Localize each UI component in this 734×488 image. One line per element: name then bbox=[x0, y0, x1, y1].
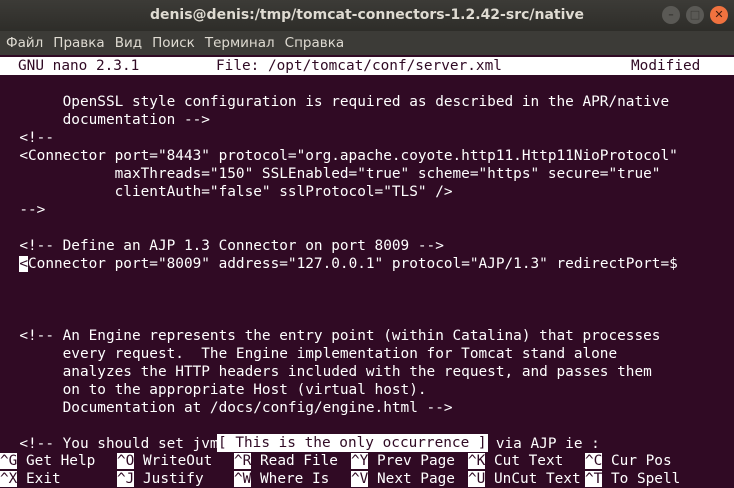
maximize-icon[interactable]: □ bbox=[686, 6, 704, 24]
menu-terminal[interactable]: Терминал bbox=[205, 31, 281, 55]
nano-modified-flag: Modified bbox=[631, 58, 701, 74]
shortcut-label: Cur Pos bbox=[602, 453, 672, 469]
editor-line[interactable]: Documentation at /docs/config/engine.htm… bbox=[2, 399, 453, 417]
shortcut-item[interactable]: ^T To Spell bbox=[585, 470, 680, 488]
shortcut-label: Where Is bbox=[251, 471, 330, 487]
editor-line[interactable]: documentation --> bbox=[2, 111, 210, 129]
close-icon[interactable]: ✕ bbox=[710, 6, 728, 24]
editor-line[interactable]: clientAuth="false" sslProtocol="TLS" /> bbox=[2, 183, 453, 201]
shortcut-key: ^C bbox=[585, 453, 603, 469]
shortcut-key: ^T bbox=[585, 471, 603, 487]
shortcut-item[interactable]: ^W Where Is bbox=[234, 470, 329, 488]
minimize-icon[interactable]: – bbox=[662, 6, 680, 24]
shortcut-key: ^W bbox=[234, 471, 252, 487]
editor-line[interactable]: on to the appropriate Host (virtual host… bbox=[2, 381, 427, 399]
shortcut-item[interactable]: ^G Get Help bbox=[0, 452, 95, 470]
nano-header-bar: GNU nano 2.3.1 File: /opt/tomcat/conf/se… bbox=[0, 57, 734, 75]
shortcut-key: ^G bbox=[0, 453, 18, 469]
editor-line-cursor[interactable]: <Connector port="8009" address="127.0.0.… bbox=[2, 255, 678, 273]
shortcut-label: Prev Page bbox=[368, 453, 455, 469]
shortcut-key: ^R bbox=[234, 453, 252, 469]
menu-bar: Файл Правка Вид Поиск Терминал Справка bbox=[0, 31, 734, 55]
shortcut-item[interactable]: ^Y Prev Page bbox=[351, 452, 455, 470]
shortcut-key: ^J bbox=[117, 471, 135, 487]
cursor-line-text: Connector port="8009" address="127.0.0.1… bbox=[28, 256, 678, 272]
editor-line[interactable]: every request. The Engine implementation… bbox=[2, 345, 618, 363]
shortcut-item[interactable]: ^R Read File bbox=[234, 452, 338, 470]
shortcut-label: Get Help bbox=[17, 453, 96, 469]
cursor-line-indent bbox=[2, 256, 19, 272]
shortcut-item[interactable]: ^V Next Page bbox=[351, 470, 455, 488]
nano-version: GNU nano 2.3.1 bbox=[18, 58, 140, 74]
window-title: denis@denis:/tmp/tomcat-connectors-1.2.4… bbox=[149, 7, 585, 23]
shortcut-label: Read File bbox=[251, 453, 338, 469]
editor-line[interactable]: --> bbox=[2, 201, 45, 219]
menu-search[interactable]: Поиск bbox=[152, 31, 201, 55]
shortcut-key: ^K bbox=[468, 453, 486, 469]
nano-file-path: File: /opt/tomcat/conf/server.xml bbox=[216, 58, 502, 74]
window-titlebar[interactable]: denis@denis:/tmp/tomcat-connectors-1.2.4… bbox=[0, 0, 734, 31]
shortcut-label: Next Page bbox=[368, 471, 455, 487]
shortcut-label: Justify bbox=[134, 471, 204, 487]
shortcut-key: ^O bbox=[117, 453, 135, 469]
shortcut-item[interactable]: ^K Cut Text bbox=[468, 452, 563, 470]
shortcut-item[interactable]: ^U UnCut Text bbox=[468, 470, 581, 488]
editor-line[interactable]: maxThreads="150" SSLEnabled="true" schem… bbox=[2, 165, 661, 183]
menu-view[interactable]: Вид bbox=[115, 31, 148, 55]
shortcut-label: Exit bbox=[17, 471, 61, 487]
shortcut-label: UnCut Text bbox=[485, 471, 581, 487]
shortcut-label: WriteOut bbox=[134, 453, 213, 469]
shortcut-label: To Spell bbox=[602, 471, 681, 487]
text-cursor: < bbox=[19, 256, 28, 272]
window-controls: – □ ✕ bbox=[662, 6, 728, 24]
editor-line[interactable]: OpenSSL style configuration is required … bbox=[2, 93, 669, 111]
shortcut-item[interactable]: ^C Cur Pos bbox=[585, 452, 672, 470]
shortcut-item[interactable]: ^O WriteOut bbox=[117, 452, 212, 470]
shortcut-key: ^V bbox=[351, 471, 369, 487]
terminal-area[interactable]: GNU nano 2.3.1 File: /opt/tomcat/conf/se… bbox=[0, 55, 734, 488]
status-message: [ This is the only occurrence ] bbox=[217, 434, 488, 452]
shortcut-key: ^Y bbox=[351, 453, 369, 469]
editor-line[interactable]: <Connector port="8443" protocol="org.apa… bbox=[2, 147, 677, 165]
menu-file[interactable]: Файл bbox=[6, 31, 49, 55]
editor-line[interactable]: <!-- bbox=[2, 129, 54, 147]
menu-edit[interactable]: Правка bbox=[53, 31, 110, 55]
shortcut-key: ^X bbox=[0, 471, 18, 487]
menu-help[interactable]: Справка bbox=[285, 31, 350, 55]
editor-line[interactable]: <!-- An Engine represents the entry poin… bbox=[2, 327, 660, 345]
shortcut-key: ^U bbox=[468, 471, 486, 487]
shortcut-item[interactable]: ^X Exit bbox=[0, 470, 61, 488]
shortcut-label: Cut Text bbox=[485, 453, 564, 469]
editor-line[interactable]: <!-- Define an AJP 1.3 Connector on port… bbox=[2, 237, 444, 255]
editor-line[interactable]: analyzes the HTTP headers included with … bbox=[2, 363, 652, 381]
shortcut-item[interactable]: ^J Justify bbox=[117, 470, 204, 488]
